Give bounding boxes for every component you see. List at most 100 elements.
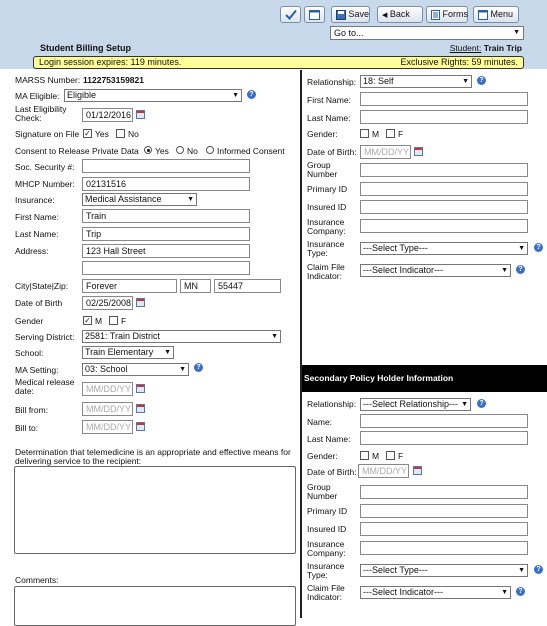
primary-claim-select[interactable]: ---Select Indicator--- ▼ bbox=[360, 264, 511, 277]
primary-gender-f-checkbox[interactable] bbox=[386, 129, 395, 138]
consent-no-radio[interactable] bbox=[176, 146, 184, 154]
secondary-last-name-input[interactable] bbox=[360, 431, 528, 445]
bill-from-label: Bill from: bbox=[15, 405, 49, 415]
gender-m-checkbox[interactable]: ✓ bbox=[83, 316, 92, 325]
consent-yes-label: Yes bbox=[155, 146, 169, 156]
consent-label: Consent to Release Private Data bbox=[15, 146, 139, 156]
calendar-icon[interactable] bbox=[413, 466, 422, 475]
secondary-insured-id-input[interactable] bbox=[360, 522, 528, 536]
primary-group-input[interactable] bbox=[360, 163, 528, 177]
city-input[interactable]: Forever bbox=[82, 279, 177, 293]
chevron-down-icon: ▼ bbox=[271, 333, 278, 340]
gender-f-checkbox[interactable] bbox=[109, 316, 118, 325]
chevron-down-icon: ▼ bbox=[461, 401, 468, 408]
ma-eligible-select[interactable]: Eligible ▼ bbox=[64, 89, 242, 102]
calendar-icon[interactable] bbox=[136, 384, 145, 393]
address-input[interactable]: 123 Hall Street bbox=[82, 244, 250, 258]
dob-label: Date of Birth bbox=[15, 298, 63, 308]
mhcp-input[interactable]: 02131516 bbox=[82, 177, 250, 191]
primary-claim-label: Claim File Indicator: bbox=[307, 262, 345, 281]
help-icon[interactable]: ? bbox=[534, 565, 543, 574]
ma-setting-select[interactable]: 03: School ▼ bbox=[82, 363, 189, 376]
menu-button[interactable]: Menu bbox=[473, 6, 519, 23]
primary-ins-type-select[interactable]: ---Select Type--- ▼ bbox=[360, 242, 528, 255]
school-select[interactable]: Train Elementary ▼ bbox=[82, 346, 174, 359]
dob-input[interactable]: 02/25/2008 bbox=[82, 296, 133, 310]
help-icon[interactable]: ? bbox=[247, 90, 256, 99]
help-icon[interactable]: ? bbox=[516, 587, 525, 596]
ma-eligible-label: MA Eligible: bbox=[15, 91, 60, 101]
consent-informed-radio[interactable] bbox=[206, 146, 214, 154]
primary-ins-company-input[interactable] bbox=[360, 219, 528, 233]
zip-input[interactable]: 55447 bbox=[214, 279, 281, 293]
primary-dob-label: Date of Birth: bbox=[307, 147, 357, 157]
calendar-icon[interactable] bbox=[136, 404, 145, 413]
primary-insured-id-input[interactable] bbox=[360, 200, 528, 214]
calendar-icon[interactable] bbox=[136, 298, 145, 307]
secondary-dob-input[interactable]: MM/DD/YY bbox=[358, 464, 409, 478]
primary-dob-input[interactable]: MM/DD/YY bbox=[360, 145, 411, 159]
consent-informed-label: Informed Consent bbox=[217, 146, 285, 156]
session-expiry-text: Login session expires: 119 minutes. bbox=[39, 57, 182, 67]
window-button[interactable] bbox=[304, 6, 325, 23]
calendar-icon[interactable] bbox=[414, 147, 423, 156]
checkmark-icon bbox=[284, 9, 297, 21]
help-icon[interactable]: ? bbox=[516, 265, 525, 274]
insurance-select[interactable]: Medical Assistance ▼ bbox=[82, 193, 197, 206]
secondary-claim-value: ---Select Indicator--- bbox=[363, 587, 444, 597]
save-button[interactable]: Save bbox=[331, 6, 370, 23]
consent-yes-radio[interactable] bbox=[144, 146, 152, 154]
ssn-input[interactable] bbox=[82, 159, 250, 173]
calendar-icon[interactable] bbox=[136, 422, 145, 431]
secondary-gender-m-checkbox[interactable] bbox=[360, 451, 369, 460]
primary-id-label: Primary ID bbox=[307, 184, 348, 194]
help-icon[interactable]: ? bbox=[477, 399, 486, 408]
secondary-claim-select[interactable]: ---Select Indicator--- ▼ bbox=[360, 586, 511, 599]
primary-gender-m-checkbox[interactable] bbox=[360, 129, 369, 138]
calendar-icon[interactable] bbox=[136, 110, 145, 119]
secondary-relationship-label: Relationship: bbox=[307, 399, 357, 409]
help-icon[interactable]: ? bbox=[477, 76, 486, 85]
primary-relationship-label: Relationship: bbox=[307, 77, 357, 87]
comments-textarea[interactable] bbox=[14, 586, 296, 626]
back-button[interactable]: ◀ Back bbox=[377, 6, 423, 23]
chevron-down-icon: ▼ bbox=[513, 29, 520, 36]
first-name-input[interactable]: Train bbox=[82, 209, 250, 223]
column-divider bbox=[300, 70, 302, 618]
primary-first-name-input[interactable] bbox=[360, 92, 528, 106]
secondary-gender-f-checkbox[interactable] bbox=[386, 451, 395, 460]
secondary-group-input[interactable] bbox=[360, 485, 528, 499]
help-icon[interactable]: ? bbox=[534, 243, 543, 252]
goto-select[interactable]: Go to... ▼ bbox=[330, 26, 524, 40]
signature-yes-checkbox[interactable]: ✓ bbox=[83, 129, 92, 138]
medical-release-input[interactable]: MM/DD/YY bbox=[82, 382, 133, 396]
bill-to-input[interactable]: MM/DD/YY bbox=[82, 420, 133, 434]
secondary-relationship-select[interactable]: ---Select Relationship--- ▼ bbox=[360, 398, 471, 411]
forms-button[interactable]: Forms bbox=[426, 6, 468, 23]
secondary-name-input[interactable] bbox=[360, 414, 528, 428]
secondary-gender-label: Gender: bbox=[307, 451, 338, 461]
check-spelling-button[interactable] bbox=[280, 6, 301, 23]
last-eligibility-label: Last Eligibility Check: bbox=[15, 104, 67, 123]
serving-district-value: 2581: Train District bbox=[85, 331, 161, 341]
header-bar: Save ◀ Back Forms Menu Go to... ▼ Studen… bbox=[0, 0, 547, 69]
state-input[interactable]: MN bbox=[180, 279, 211, 293]
signature-no-checkbox[interactable] bbox=[116, 129, 125, 138]
primary-ins-type-value: ---Select Type--- bbox=[363, 243, 428, 253]
last-eligibility-input[interactable]: 01/12/2016 bbox=[82, 108, 133, 122]
telemedicine-textarea[interactable] bbox=[14, 466, 296, 554]
secondary-ins-company-input[interactable] bbox=[360, 541, 528, 555]
ma-setting-label: MA Setting: bbox=[15, 365, 59, 375]
primary-relationship-select[interactable]: 18: Self ▼ bbox=[360, 75, 472, 88]
bill-from-input[interactable]: MM/DD/YY bbox=[82, 402, 133, 416]
primary-last-name-input[interactable] bbox=[360, 110, 528, 124]
last-name-input[interactable]: Trip bbox=[82, 227, 250, 241]
secondary-primary-id-input[interactable] bbox=[360, 504, 528, 518]
primary-id-input[interactable] bbox=[360, 182, 528, 196]
primary-ins-type-label: Insurance Type: bbox=[307, 239, 345, 258]
address2-input[interactable] bbox=[82, 261, 250, 275]
student-link[interactable]: Student: bbox=[450, 43, 482, 53]
help-icon[interactable]: ? bbox=[194, 363, 203, 372]
secondary-ins-type-select[interactable]: ---Select Type--- ▼ bbox=[360, 564, 528, 577]
serving-district-select[interactable]: 2581: Train District ▼ bbox=[82, 330, 281, 343]
